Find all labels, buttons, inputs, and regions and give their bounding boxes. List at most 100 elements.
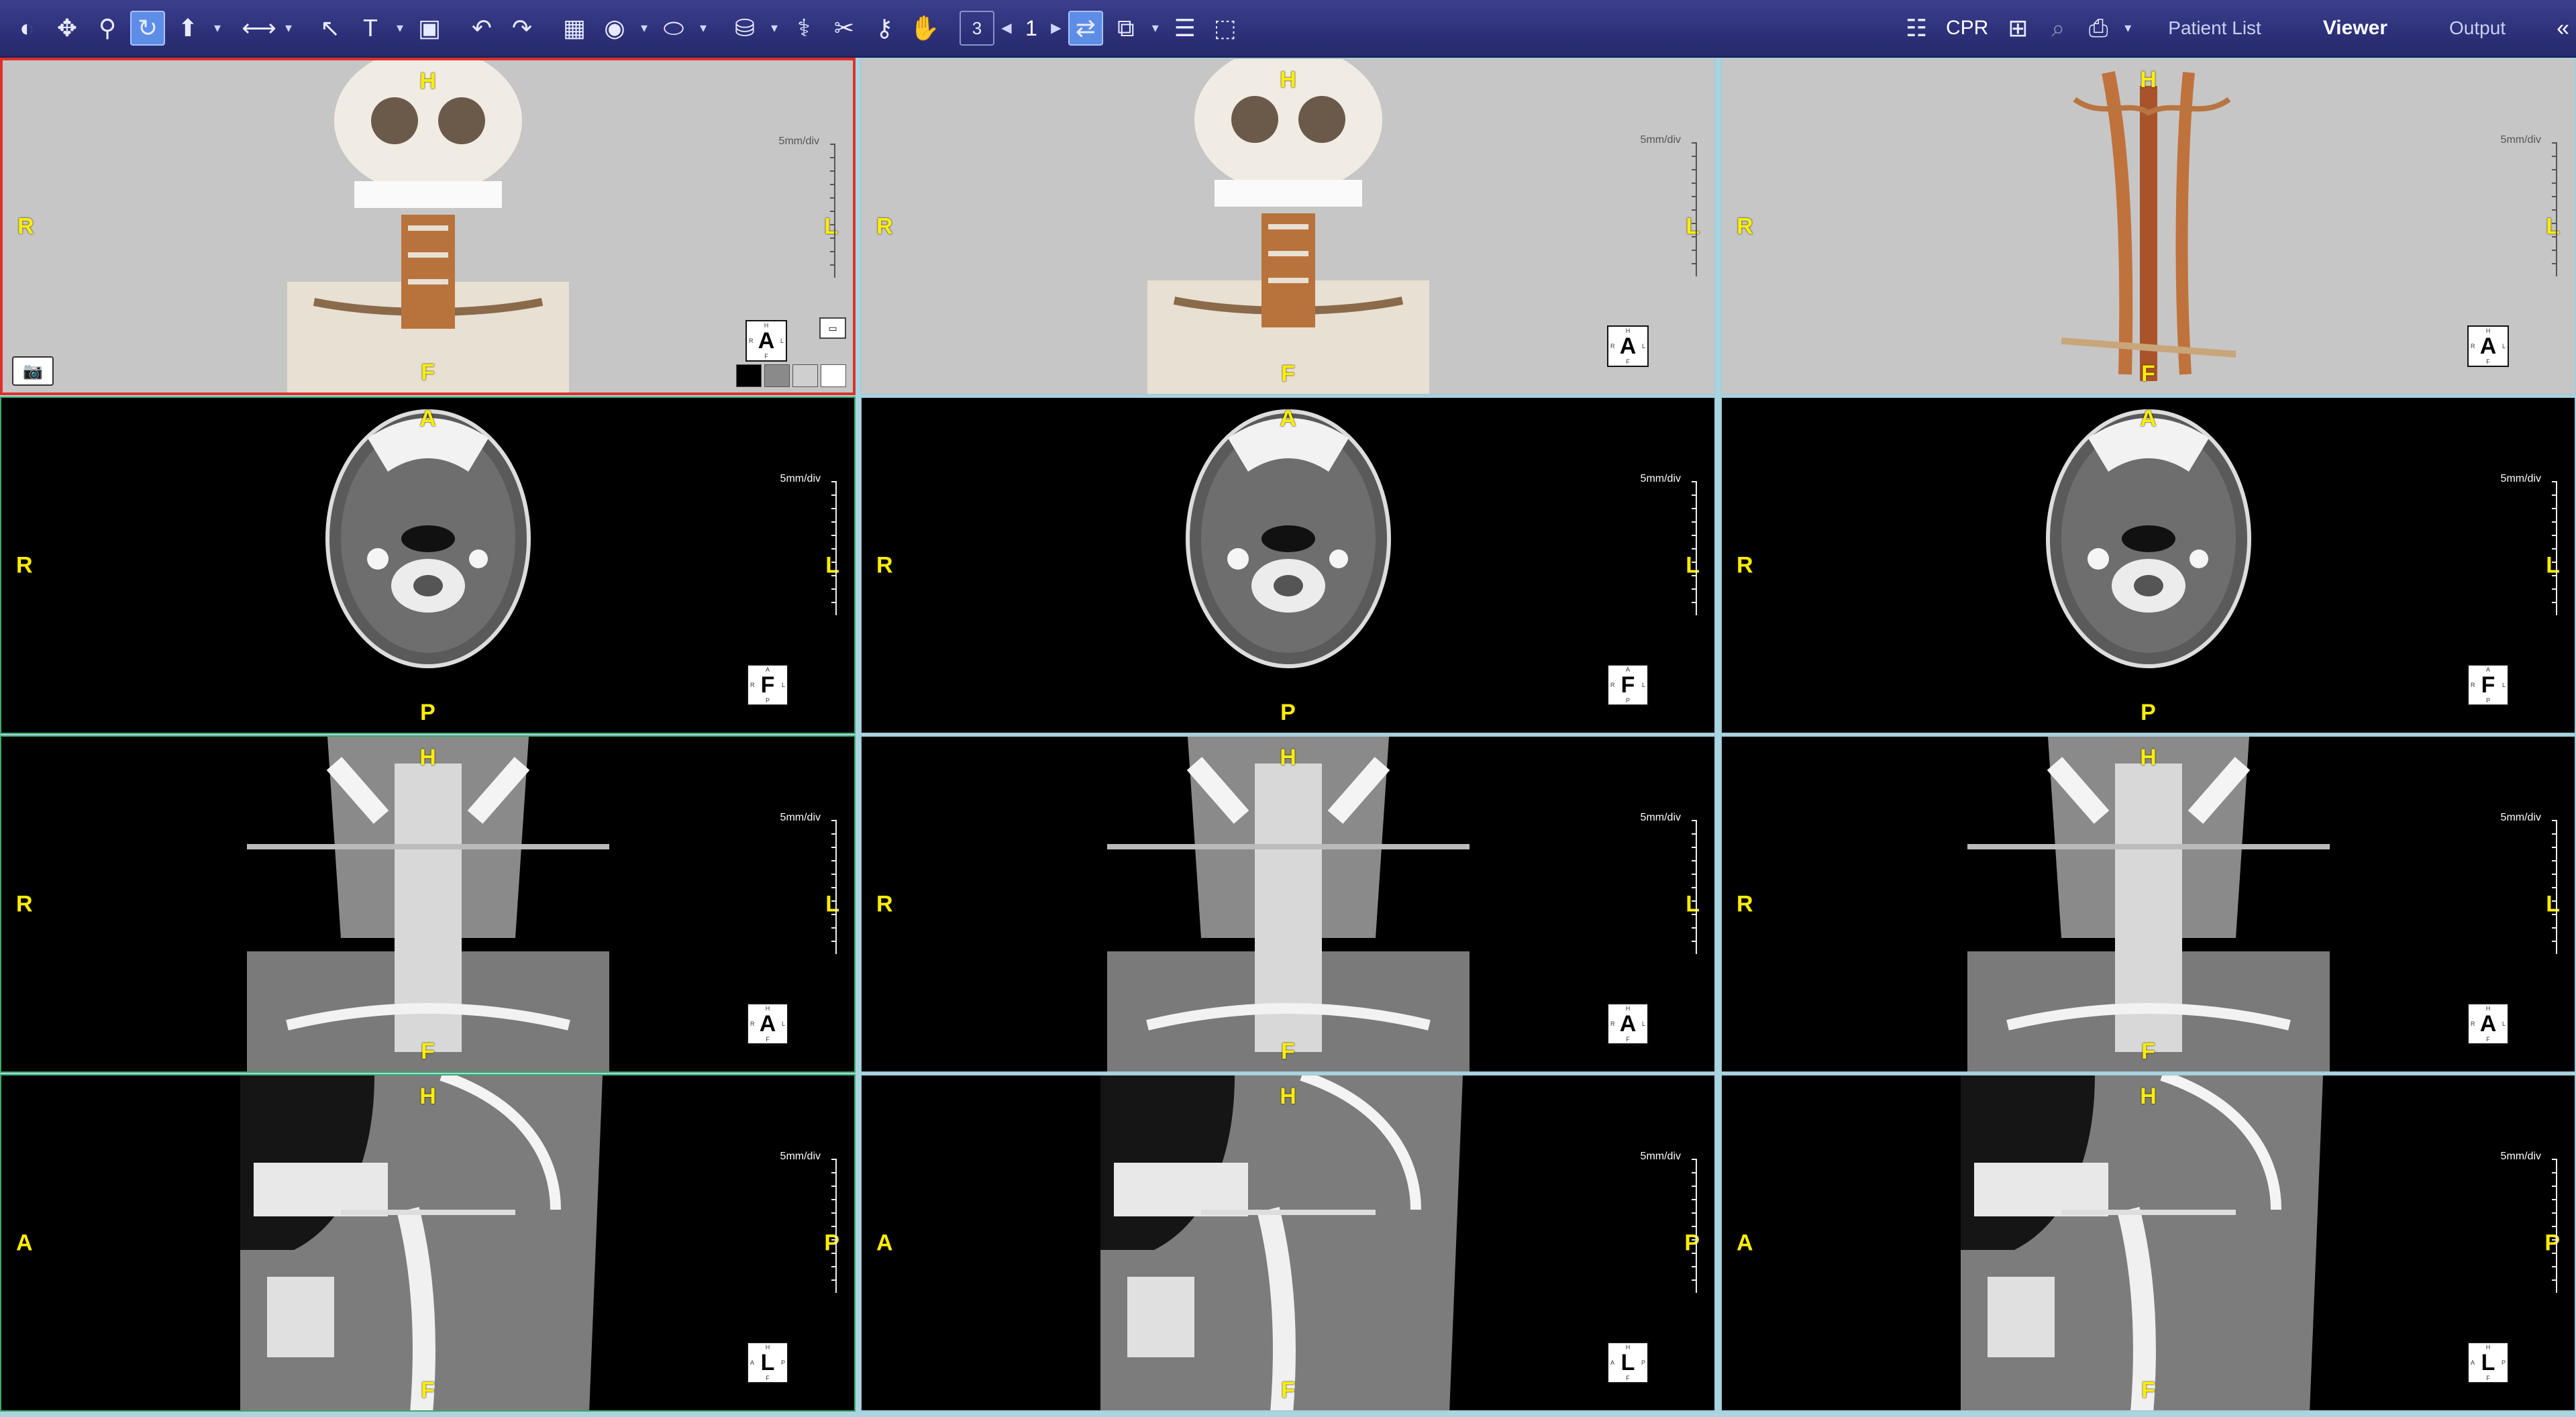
tab-patient-list[interactable]: Patient List (2168, 17, 2261, 39)
add-window-icon[interactable]: ▣ (412, 11, 447, 46)
viewport-sagittal-3[interactable]: H F A P 5mm/div HFAP L (1720, 1074, 2576, 1412)
orientation-cube[interactable]: HFAP L (1607, 1342, 1649, 1383)
stack-icon[interactable]: ☰ (1168, 11, 1202, 46)
scale-label: 5mm/div (780, 812, 821, 823)
orientation-cube[interactable]: HFRL A (2467, 1003, 2509, 1045)
pan-icon[interactable]: ✥ (50, 11, 85, 46)
tab-viewer[interactable]: Viewer (2323, 17, 2387, 40)
viewport-vr-1[interactable]: H F R L 5mm/div HFRL A 📷 ▭ (0, 58, 856, 395)
scale-label: 5mm/div (1640, 134, 1681, 146)
orientation-cube[interactable]: HFRL A (1607, 1003, 1649, 1045)
ellipse-icon[interactable]: ⬭ (656, 11, 691, 46)
key-icon[interactable]: ⚷ (867, 11, 902, 46)
viewport-sagittal-1[interactable]: H F A P 5mm/div HFAP L (0, 1074, 856, 1412)
viewport-vr-3[interactable]: H F R L 5mm/div HFRL A (1720, 58, 2576, 395)
viewport-axial-3[interactable]: A P R L 5mm/div APRL F (1720, 397, 2576, 734)
viewport-coronal-1[interactable]: H F R L 5mm/div HFRL A (0, 735, 856, 1073)
roi-icon[interactable]: ◉ (597, 11, 632, 46)
print-icon[interactable]: ⎙ (2081, 11, 2116, 46)
orientation-cube[interactable]: APRL F (2467, 664, 2509, 706)
cpr-button[interactable]: CPR (1946, 17, 1988, 40)
swatch-lightgray[interactable] (792, 364, 818, 387)
chevron-down-icon[interactable]: ▾ (636, 11, 652, 46)
vessel-icon[interactable]: ⚕ (786, 11, 821, 46)
chevron-down-icon[interactable]: ▾ (392, 11, 408, 46)
swatch-white[interactable] (821, 364, 846, 387)
orientation-bottom: F (2141, 361, 2155, 386)
sync-icon[interactable]: ⇄ (1068, 11, 1103, 46)
scale-bar (1692, 820, 1697, 954)
orientation-cube[interactable]: HFAP L (747, 1342, 788, 1383)
orientation-bottom: F (2141, 1039, 2155, 1064)
ruler-icon[interactable]: ▭ (819, 317, 846, 339)
scale-bar (2552, 1159, 2557, 1293)
viewport-axial-2[interactable]: A P R L 5mm/div APRL F (860, 397, 1716, 734)
window-level-icon[interactable]: ◐ (9, 11, 44, 46)
zoom-icon[interactable]: ⚲ (90, 11, 125, 46)
undo-icon[interactable]: ↶ (464, 11, 499, 46)
redo-icon[interactable]: ↷ (505, 11, 539, 46)
next-icon[interactable]: ▶ (1048, 11, 1064, 46)
orientation-cube[interactable]: HFRL A (2467, 325, 2509, 367)
bone-remove-icon[interactable]: ✂ (827, 11, 862, 46)
camera-icon[interactable]: 📷 (12, 356, 54, 386)
layout-icon[interactable]: 3 (960, 11, 994, 46)
crosshair-icon[interactable]: ⊞ (2000, 11, 2035, 46)
orientation-top: H (419, 745, 436, 770)
orientation-top: H (419, 68, 436, 94)
color-map-icon[interactable]: ▦ (557, 11, 592, 46)
page-number: 1 (1025, 15, 1037, 40)
orientation-left: R (1737, 552, 1753, 578)
orientation-bottom: F (421, 360, 435, 385)
clone-icon[interactable]: ⧉ (1109, 11, 1143, 46)
rotate-icon[interactable]: ↻ (130, 11, 165, 46)
orientation-cube[interactable]: HFRL A (745, 320, 787, 362)
collapse-icon[interactable]: « (2557, 15, 2569, 42)
orientation-cube[interactable]: APRL F (747, 664, 788, 706)
scale-label: 5mm/div (780, 1151, 821, 1162)
orientation-left: R (16, 891, 33, 916)
hand-icon[interactable]: ✋ (907, 11, 942, 46)
scale-bar (1692, 481, 1697, 615)
scale-label: 5mm/div (2500, 134, 2541, 146)
tab-output[interactable]: Output (2449, 17, 2506, 39)
3d-rotate-icon[interactable]: ⬆ (170, 11, 205, 46)
search-icon[interactable]: ⌕ (2041, 11, 2075, 46)
chevron-down-icon[interactable]: ▾ (695, 11, 711, 46)
swatch-black[interactable] (736, 364, 762, 387)
viewport-coronal-3[interactable]: H F R L 5mm/div HFRL A (1720, 735, 2576, 1073)
chevron-down-icon[interactable]: ▾ (209, 11, 225, 46)
list-icon[interactable]: ☷ (1899, 11, 1934, 46)
viewport-vr-2[interactable]: H F R L 5mm/div HFRL A (860, 58, 1716, 395)
orientation-cube[interactable]: HFRL A (747, 1003, 788, 1045)
scale-bar (831, 1159, 837, 1293)
chevron-down-icon[interactable]: ▾ (766, 11, 782, 46)
orientation-top: H (1280, 745, 1296, 770)
pointer-icon[interactable]: ↖ (313, 11, 348, 46)
orientation-bottom: P (420, 700, 435, 725)
main-toolbar: ◐ ✥ ⚲ ↻ ⬆ ▾ ⟷ ▾ ↖ T ▾ ▣ ↶ ↷ ▦ ◉ ▾ ⬭ ▾ ⛁ … (0, 0, 2576, 58)
orientation-left: R (1737, 891, 1753, 916)
viewport-grid: H F R L 5mm/div HFRL A 📷 ▭ (0, 58, 2576, 1417)
orientation-top: A (419, 406, 436, 431)
text-icon[interactable]: T (353, 11, 388, 46)
scale-bar (1692, 1159, 1697, 1293)
orientation-cube[interactable]: HFRL A (1607, 325, 1649, 367)
viewport-coronal-2[interactable]: H F R L 5mm/div HFRL A (860, 735, 1716, 1073)
chevron-down-icon[interactable]: ▾ (1147, 11, 1164, 46)
viewport-axial-1[interactable]: A P R L 5mm/div APRL F (0, 397, 856, 734)
chevron-down-icon[interactable]: ▾ (280, 11, 297, 46)
scale-bar (1692, 142, 1697, 276)
viewport-sagittal-2[interactable]: H F A P 5mm/div HFAP L (860, 1074, 1716, 1412)
ruler-icon[interactable]: ⟷ (242, 11, 276, 46)
capture-icon[interactable]: ⬚ (1208, 11, 1243, 46)
scale-label: 5mm/div (780, 473, 821, 484)
prev-icon[interactable]: ◀ (998, 11, 1015, 46)
chevron-down-icon[interactable]: ▾ (2120, 11, 2136, 46)
swatch-gray[interactable] (764, 364, 790, 387)
orientation-cube[interactable]: APRL F (1607, 664, 1649, 706)
orientation-cube[interactable]: HFAP L (2467, 1342, 2509, 1383)
color-swatches[interactable] (736, 364, 846, 387)
orientation-bottom: F (421, 1377, 435, 1403)
segment-icon[interactable]: ⛁ (727, 11, 762, 46)
